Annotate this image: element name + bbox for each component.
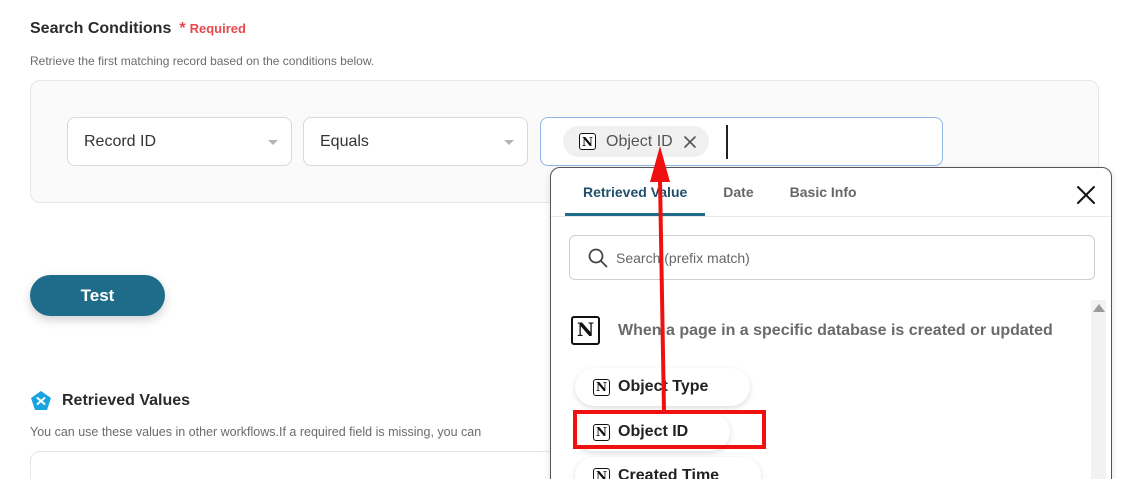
- value-chip[interactable]: N Object ID: [563, 126, 709, 157]
- tab-date[interactable]: Date: [705, 168, 771, 216]
- test-button[interactable]: Test: [30, 275, 165, 316]
- popup-scrollbar[interactable]: [1091, 300, 1106, 479]
- notion-icon: N: [593, 378, 610, 396]
- search-input[interactable]: [616, 249, 1056, 266]
- required-label: Required: [189, 21, 246, 36]
- tab-retrieved-value[interactable]: Retrieved Value: [565, 168, 706, 216]
- list-item-label: Created Time: [618, 467, 720, 479]
- remove-chip-icon[interactable]: [683, 135, 697, 149]
- source-trigger-header: N When a page in a specific database is …: [571, 316, 1053, 345]
- value-chip-label: Object ID: [606, 132, 673, 150]
- popup-search[interactable]: [569, 235, 1095, 280]
- list-item-object-type[interactable]: N Object Type: [575, 368, 751, 406]
- chevron-down-icon: [504, 140, 514, 145]
- retrieved-values-icon: [31, 391, 51, 410]
- operator-select-value: Equals: [320, 132, 369, 150]
- retrieved-values-description: You can use these values in other workfl…: [30, 425, 482, 439]
- search-conditions-title-text: Search Conditions: [30, 20, 172, 37]
- tab-basic-info[interactable]: Basic Info: [772, 168, 875, 216]
- notion-icon: N: [579, 133, 596, 150]
- notion-icon: N: [571, 316, 600, 345]
- required-asterisk: *: [179, 20, 186, 37]
- notion-icon: N: [593, 467, 610, 479]
- search-conditions-description: Retrieve the first matching record based…: [30, 54, 375, 68]
- popup-tabs: Retrieved Value Date Basic Info: [565, 168, 875, 216]
- source-trigger-label: When a page in a specific database is cr…: [618, 321, 1053, 339]
- search-conditions-title: Search Conditions * Required: [30, 20, 246, 38]
- text-cursor: [726, 125, 728, 159]
- retrieved-values-panel: [30, 451, 570, 479]
- search-icon: [588, 248, 608, 267]
- field-select[interactable]: Record ID: [67, 117, 292, 166]
- retrieved-values-title: Retrieved Values: [30, 390, 190, 412]
- chevron-down-icon: [268, 140, 278, 145]
- list-item-created-time[interactable]: N Created Time: [575, 457, 762, 479]
- field-select-value: Record ID: [84, 132, 157, 150]
- value-input[interactable]: N Object ID: [540, 117, 943, 166]
- scroll-up-icon[interactable]: [1093, 304, 1105, 312]
- retrieved-values-title-text: Retrieved Values: [62, 392, 191, 409]
- close-icon[interactable]: [1076, 185, 1096, 205]
- tab-divider: [551, 216, 1111, 217]
- operator-select[interactable]: Equals: [303, 117, 528, 166]
- annotation-highlight-box: [573, 410, 766, 449]
- list-item-label: Object Type: [618, 378, 709, 395]
